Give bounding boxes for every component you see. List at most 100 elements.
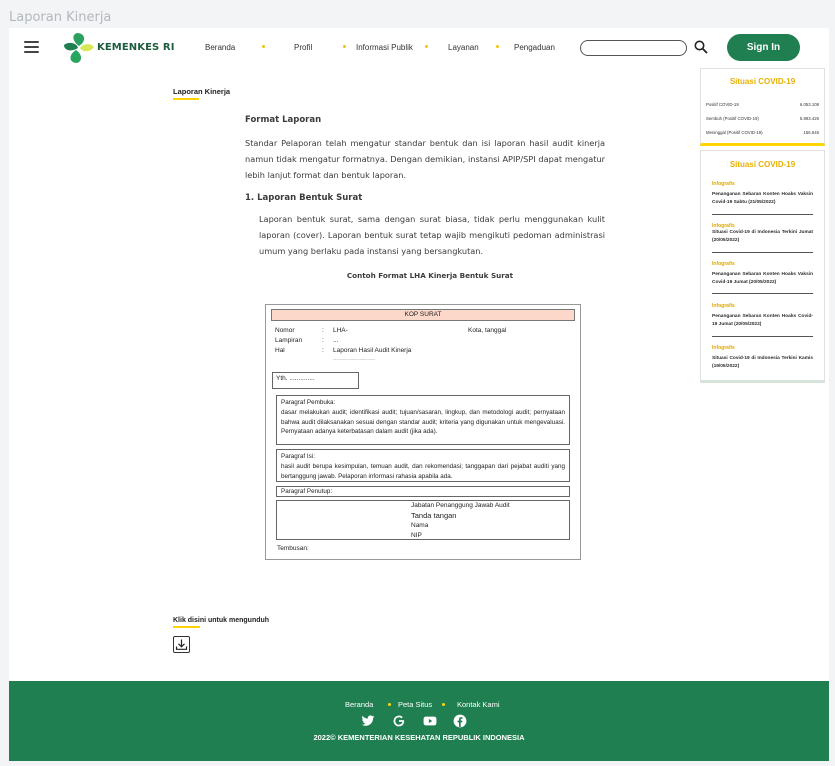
doc-body: Laporan bentuk surat, sama dengan surat … — [259, 214, 605, 256]
news-item[interactable]: Infografis Penanganan Sebaran Konten Hoa… — [712, 181, 813, 207]
news-separator — [712, 252, 813, 253]
colon: : — [322, 337, 324, 344]
nav-beranda[interactable]: Beranda — [205, 43, 235, 52]
stat-row: Meninggal (Positif COVID-19) 156.546 — [706, 130, 819, 135]
nav-layanan[interactable]: Layanan — [448, 43, 479, 52]
doc-intro: Standar Pelaporan telah mengatur standar… — [245, 138, 605, 180]
yth-box: Yth. .............. — [272, 372, 359, 389]
hal-label: Hal — [275, 347, 285, 354]
news-text[interactable]: Penanganan Sebaran Konten Hoaks Covid-19… — [712, 313, 813, 329]
news-text[interactable]: Situasi Covid-19 di Indonesia Terkini Ka… — [712, 355, 813, 371]
nav-separator — [262, 45, 265, 48]
sign-in-button[interactable]: Sign In — [727, 34, 800, 61]
copyright: 2022© KEMENTERIAN KESEHATAN REPUBLIK IND… — [313, 733, 525, 742]
nav-pengaduan[interactable]: Pengaduan — [514, 43, 555, 52]
site-header: KEMENKES RI Beranda Profil Informasi Pub… — [9, 28, 829, 68]
paragraf-isi-box: Paragraf Isi: hasil audit berupa kesimpu… — [276, 449, 570, 482]
covid-stats-title: Situasi COVID-19 — [729, 77, 796, 86]
news-tag: Infografis — [712, 261, 735, 267]
hal-value: Laporan Hasil Audit Kinerja — [333, 347, 412, 354]
colon: : — [322, 347, 324, 354]
paragraf-penutup-box: Paragraf Penutup: — [276, 486, 570, 497]
stat-value: 6.053.109 — [799, 102, 819, 107]
page: Laporan Kinerja KEMENKES RI Beranda Prof… — [0, 0, 835, 766]
stat-value: 156.546 — [803, 130, 819, 135]
pembuka-title: Paragraf Pembuka: — [281, 399, 336, 406]
lha-form-example: KOP SURAT Nomor : LHA- Kota, tanggal Lam… — [265, 304, 581, 560]
news-item[interactable]: Infografis Situasi Covid-19 di Indonesia… — [712, 223, 813, 245]
footer-link-beranda[interactable]: Beranda — [345, 700, 373, 709]
news-text[interactable]: Penanganan Sebaran Konten Hoaks Vaksin C… — [712, 271, 813, 287]
news-text[interactable]: Situasi Covid-19 di Indonesia Terkini Ju… — [712, 229, 813, 245]
doc-heading: Format Laporan — [245, 115, 322, 125]
footer-separator — [442, 703, 445, 706]
doc-caption: Contoh Format LHA Kinerja Bentuk Surat — [346, 271, 514, 280]
tanda-tangan: Tanda tangan — [411, 511, 457, 520]
footer-link-peta-situs[interactable]: Peta Situs — [398, 700, 432, 709]
covid-news-title: Situasi COVID-19 — [729, 160, 796, 169]
nip: NIP — [411, 532, 422, 539]
doc-subheading: 1. Laporan Bentuk Surat — [245, 193, 363, 203]
news-separator — [712, 336, 813, 337]
penutup-title: Paragraf Penutup: — [281, 488, 333, 495]
facebook-icon[interactable] — [453, 714, 467, 728]
lampiran-value: ... — [333, 337, 339, 344]
isi-title: Paragraf Isi: — [281, 453, 315, 460]
stat-label: Sembuh (Positif COVID-19) — [706, 116, 759, 121]
title-underline — [173, 98, 199, 100]
download-arrow-icon — [175, 639, 188, 650]
jabatan: Jabatan Penanggung Jawab Audit — [411, 502, 510, 509]
news-separator — [712, 293, 813, 294]
search-input[interactable] — [580, 40, 687, 56]
site-footer: Beranda Peta Situs Kontak Kami 2022© KEM… — [9, 681, 829, 761]
news-text[interactable]: Penanganan Sebaran Konten Hoaks Vaksin C… — [712, 191, 813, 207]
nama: Nama — [411, 522, 429, 529]
news-tag: Infografis — [712, 345, 735, 351]
browser-tab-title: Laporan Kinerja — [9, 10, 112, 25]
kemenkes-logo[interactable]: KEMENKES RI — [61, 31, 174, 65]
signature-block: Jabatan Penanggung Jawab Audit Tanda tan… — [411, 501, 510, 541]
nav-separator — [496, 45, 499, 48]
pembuka-body: dasar melakukan audit; identifikasi audi… — [281, 408, 565, 436]
news-item[interactable]: Infografis Situasi Covid-19 di Indonesia… — [712, 345, 813, 371]
search-icon[interactable] — [694, 40, 708, 54]
footer-separator — [388, 703, 391, 706]
logo-text: KEMENKES RI — [97, 42, 175, 53]
news-item[interactable]: Infografis Penanganan Sebaran Konten Hoa… — [712, 261, 813, 287]
page-title: Laporan Kinerja — [173, 87, 231, 96]
news-item[interactable]: Infografis Penanganan Sebaran Konten Hoa… — [712, 303, 813, 329]
colon: : — [322, 327, 324, 334]
report-document: Format Laporan Standar Pelaporan telah m… — [245, 115, 605, 280]
news-tag: Infografis — [712, 303, 735, 309]
google-icon[interactable] — [392, 714, 406, 728]
covid-news-card: Situasi COVID-19 Infografis Penanganan S… — [700, 150, 825, 383]
download-icon[interactable] — [173, 636, 190, 653]
stat-label: Positif COVID-19 — [706, 102, 739, 107]
kop-surat: KOP SURAT — [271, 309, 575, 321]
news-separator — [712, 214, 813, 215]
tembusan: Tembusan: — [277, 545, 309, 552]
download-label[interactable]: Klik disini untuk mengunduh — [173, 617, 269, 624]
city-date: Kota, tanggal — [468, 327, 507, 334]
kemenkes-leaf-icon — [64, 33, 94, 63]
news-tag: Infografis — [712, 181, 735, 187]
nav-profil[interactable]: Profil — [294, 43, 312, 52]
twitter-icon[interactable] — [361, 714, 375, 728]
nav-separator — [425, 45, 428, 48]
nav-informasi-publik[interactable]: Informasi Publik — [356, 43, 413, 52]
nomor-value: LHA- — [333, 327, 348, 334]
lampiran-label: Lampiran — [275, 337, 303, 344]
stat-value: 5.893.426 — [799, 116, 819, 121]
youtube-icon[interactable] — [423, 714, 437, 728]
stat-label: Meninggal (Positif COVID-19) — [706, 130, 763, 135]
stat-row: Positif COVID-19 6.053.109 — [706, 102, 819, 107]
nav-separator — [343, 45, 346, 48]
hal-dots: ...................................... — [333, 356, 376, 361]
footer-link-kontak-kami[interactable]: Kontak Kami — [457, 700, 500, 709]
nomor-label: Nomor — [275, 327, 295, 334]
covid-stats-card: Situasi COVID-19 Positif COVID-19 6.053.… — [700, 68, 825, 146]
stat-row: Sembuh (Positif COVID-19) 5.893.426 — [706, 116, 819, 121]
menu-icon[interactable] — [24, 41, 39, 53]
download-underline — [173, 626, 200, 628]
paragraf-pembuka-box: Paragraf Pembuka: dasar melakukan audit;… — [276, 395, 570, 445]
